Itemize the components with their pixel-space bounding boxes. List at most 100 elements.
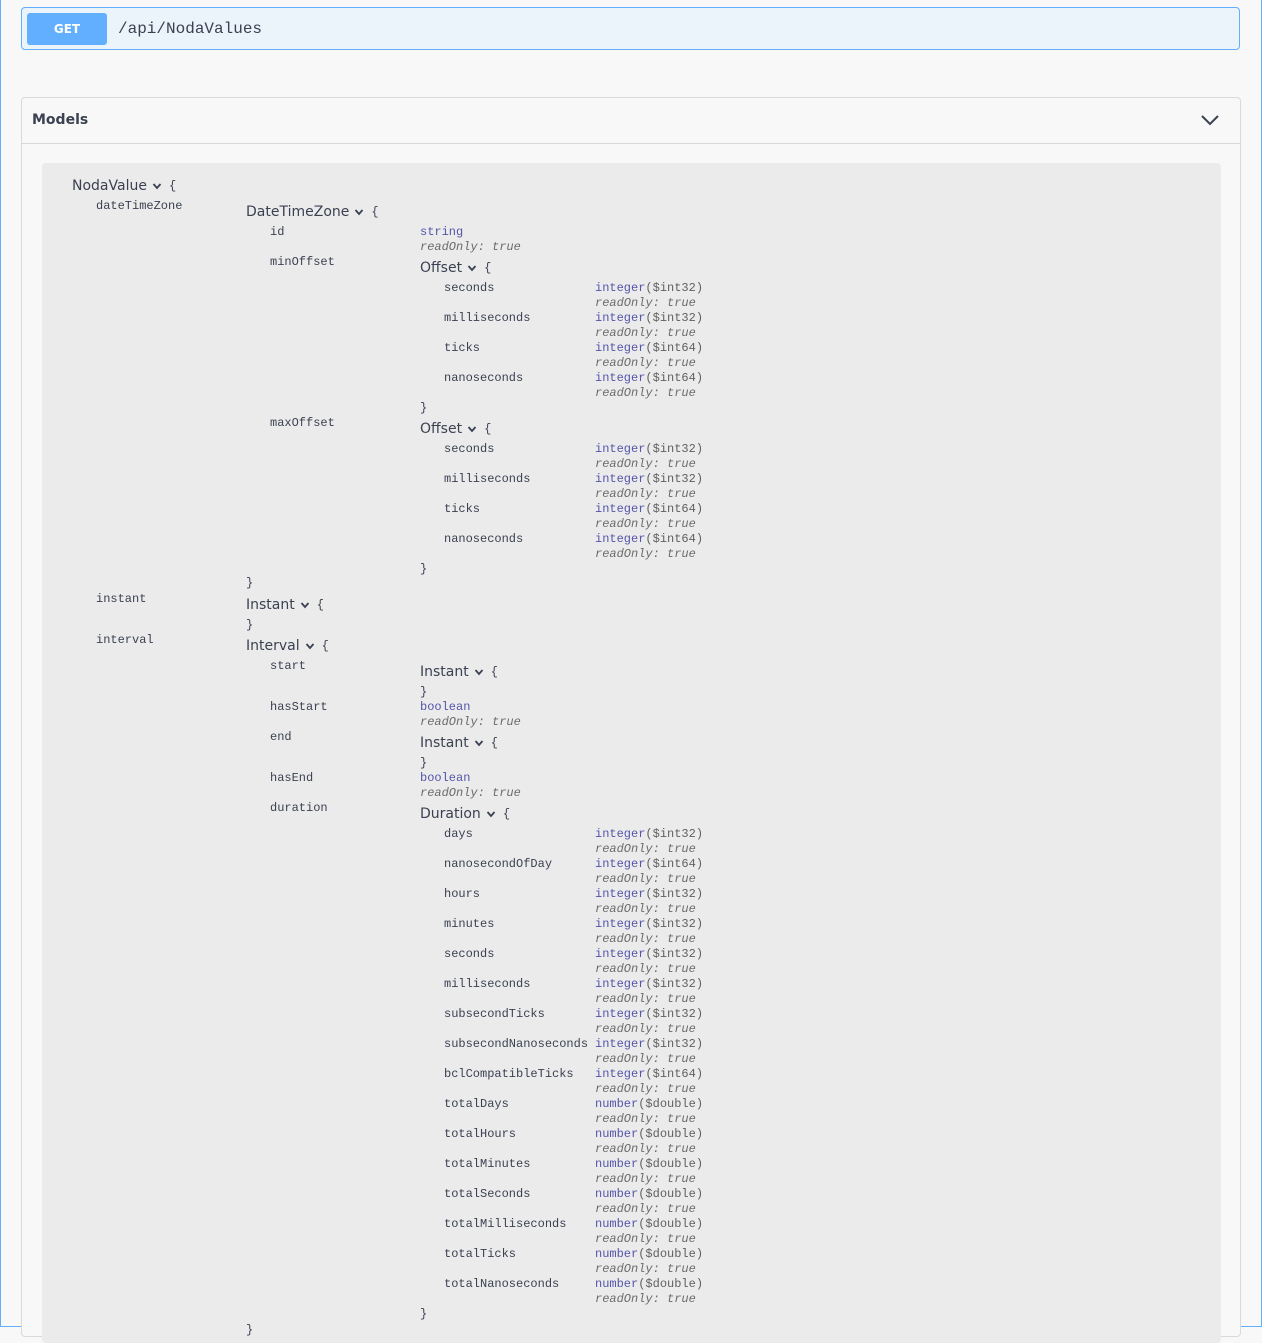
readonly-flag: readOnly: true (595, 296, 696, 310)
property-type: number($double) (595, 1217, 703, 1231)
get-endpoint-row[interactable]: GET /api/NodaValues (21, 7, 1240, 50)
type-format: ($double) (638, 1127, 704, 1141)
chevron-down-icon[interactable] (354, 207, 364, 217)
model-title-instant[interactable]: Instant { (246, 597, 324, 613)
model-title-instant[interactable]: Instant { (420, 664, 498, 680)
type-name: number (595, 1217, 639, 1231)
chevron-down-icon[interactable] (486, 809, 496, 819)
model-name[interactable]: NodaValue (72, 178, 147, 194)
property-name: dateTimeZone (96, 199, 183, 213)
close-brace: } (246, 618, 254, 632)
model-name[interactable]: Offset (420, 421, 462, 437)
property-name: nanosecondOfDay (444, 857, 553, 871)
chevron-down-icon[interactable] (467, 424, 477, 434)
chevron-down-icon[interactable] (1200, 113, 1220, 127)
property-type: integer($int32) (595, 472, 703, 486)
model-name[interactable]: DateTimeZone (246, 204, 349, 220)
property-type: integer($int32) (595, 977, 703, 991)
property-name: totalNanoseconds (444, 1277, 560, 1291)
readonly-flag: readOnly: true (595, 547, 696, 561)
readonly-flag: readOnly: true (595, 326, 696, 340)
chevron-down-icon[interactable] (474, 667, 484, 677)
property-type: integer($int32) (595, 827, 703, 841)
type-name: string (420, 225, 464, 239)
property-name: interval (96, 633, 154, 647)
readonly-flag: readOnly: true (595, 487, 696, 501)
property-name: nanoseconds (444, 532, 524, 546)
model-name[interactable]: Instant (420, 664, 469, 680)
model-title-nodavalue[interactable]: NodaValue { (72, 178, 176, 194)
model-name[interactable]: Instant (420, 735, 469, 751)
model-title-datetimezone[interactable]: DateTimeZone { (246, 204, 379, 220)
property-type: integer($int32) (595, 1037, 703, 1051)
type-name: integer (595, 281, 646, 295)
readonly-flag: readOnly: true (595, 1202, 696, 1216)
model-title-offset[interactable]: Offset { (420, 421, 491, 437)
type-format: ($int64) (645, 532, 704, 546)
property-name: bclCompatibleTicks (444, 1067, 574, 1081)
models-header[interactable]: Models (22, 98, 1240, 144)
model-title-interval[interactable]: Interval { (246, 638, 329, 654)
property-type: integer($int64) (595, 532, 703, 546)
model-name[interactable]: Duration (420, 806, 481, 822)
property-name: start (270, 659, 307, 673)
type-format: ($int64) (645, 371, 704, 385)
close-brace: } (420, 562, 428, 576)
readonly-flag: readOnly: true (595, 902, 696, 916)
model-title-duration[interactable]: Duration { (420, 806, 510, 822)
open-brace: { (490, 665, 498, 679)
type-format: ($int32) (645, 977, 704, 991)
model-title-offset[interactable]: Offset { (420, 260, 491, 276)
model-title-instant[interactable]: Instant { (420, 735, 498, 751)
chevron-down-icon[interactable] (305, 641, 315, 651)
readonly-flag: readOnly: true (595, 386, 696, 400)
close-brace: } (246, 576, 254, 590)
property-name: minutes (444, 917, 495, 931)
chevron-down-icon[interactable] (152, 181, 162, 191)
model-name[interactable]: Interval (246, 638, 300, 654)
property-name: totalDays (444, 1097, 509, 1111)
model-name[interactable]: Offset (420, 260, 462, 276)
model-name[interactable]: Instant (246, 597, 295, 613)
models-title: Models (32, 112, 89, 128)
readonly-flag: readOnly: true (595, 1142, 696, 1156)
type-format: ($double) (638, 1247, 704, 1261)
property-name: totalTicks (444, 1247, 517, 1261)
type-name: integer (595, 532, 646, 546)
type-name: boolean (420, 771, 471, 785)
property-name: ticks (444, 502, 481, 516)
property-type: integer($int64) (595, 857, 703, 871)
open-brace: { (371, 205, 379, 219)
type-name: integer (595, 472, 646, 486)
type-name: integer (595, 1007, 646, 1021)
close-brace: } (420, 756, 428, 770)
model-nodavalue: NodaValue {dateTimeZone DateTimeZone {id str… (42, 163, 1221, 1343)
open-brace: { (484, 422, 492, 436)
readonly-flag: readOnly: true (595, 1112, 696, 1126)
chevron-down-icon[interactable] (300, 600, 310, 610)
type-format: ($double) (638, 1277, 704, 1291)
type-format: ($int64) (645, 502, 704, 516)
type-format: ($int32) (645, 311, 704, 325)
type-format: ($int32) (645, 827, 704, 841)
readonly-flag: readOnly: true (595, 1262, 696, 1276)
chevron-down-icon[interactable] (474, 738, 484, 748)
property-name: milliseconds (444, 472, 531, 486)
type-format: ($int32) (645, 442, 704, 456)
property-type: integer($int32) (595, 442, 703, 456)
readonly-flag: readOnly: true (420, 715, 521, 729)
type-format: ($int64) (645, 857, 704, 871)
property-type: integer($int32) (595, 917, 703, 931)
property-type: number($double) (595, 1097, 703, 1111)
property-type: integer($int64) (595, 502, 703, 516)
type-format: ($int32) (645, 947, 704, 961)
property-name: totalMinutes (444, 1157, 531, 1171)
type-name: integer (595, 502, 646, 516)
type-name: integer (595, 1067, 646, 1081)
close-brace: } (420, 401, 428, 415)
type-format: ($int32) (645, 1037, 704, 1051)
type-name: number (595, 1127, 639, 1141)
type-format: ($int32) (645, 472, 704, 486)
chevron-down-icon[interactable] (467, 263, 477, 273)
type-format: ($int32) (645, 917, 704, 931)
